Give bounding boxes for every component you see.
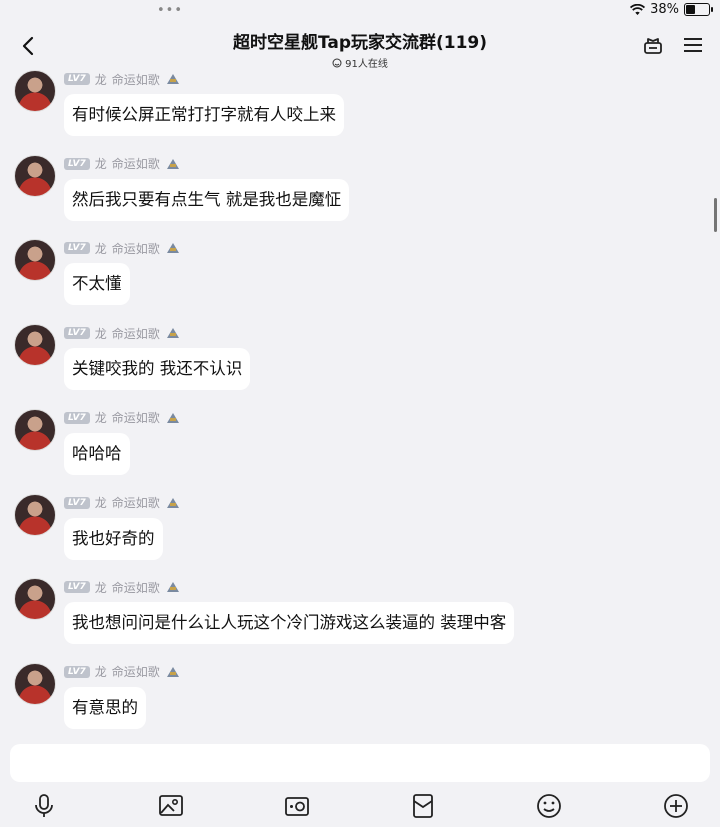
sender-name[interactable]: 命运如歌 <box>112 663 160 680</box>
message-input[interactable] <box>10 744 710 782</box>
chat-header: 超时空星舰Tap玩家交流群(119) 91人在线 <box>0 22 720 70</box>
message-bubble[interactable]: 有意思的 <box>64 686 146 729</box>
sender-name[interactable]: 命运如歌 <box>112 494 160 511</box>
avatar[interactable] <box>14 154 56 197</box>
medal-icon <box>166 582 179 593</box>
message-bubble[interactable]: 我也好奇的 <box>64 517 163 560</box>
input-toolbar <box>0 790 720 824</box>
avatar[interactable] <box>14 70 56 112</box>
avatar[interactable] <box>14 324 56 367</box>
sender-role: 龙 <box>94 496 107 510</box>
message-bubble[interactable]: 关键咬我的 我还不认识 <box>64 348 251 391</box>
multitask-dots[interactable]: ••• <box>157 3 183 18</box>
sender-meta: LV7 龙 命运如歌 <box>64 70 181 88</box>
sender-role: 龙 <box>94 72 107 87</box>
battery-percent: 38% <box>650 2 679 17</box>
medal-icon <box>166 158 179 169</box>
wifi-icon <box>630 3 646 15</box>
sender-meta: LV7 龙 命运如歌 <box>64 494 181 512</box>
sender-meta: LV7 龙 命运如歌 <box>64 155 181 173</box>
sender-name[interactable]: 命运如歌 <box>112 409 160 426</box>
online-icon <box>332 58 342 67</box>
message-bubble[interactable]: 我也想问问是什么让人玩这个冷门游戏这么装逼的 装理中客 <box>64 602 515 645</box>
level-badge: LV7 <box>64 327 90 340</box>
avatar[interactable] <box>14 239 56 282</box>
message-bubble[interactable]: 哈哈哈 <box>64 432 130 475</box>
message-bubble[interactable]: 不太懂 <box>64 263 130 306</box>
sender-meta: LV7 龙 命运如歌 <box>64 409 181 427</box>
medal-icon <box>166 497 179 508</box>
sender-meta: LV7 龙 命运如歌 <box>64 239 181 257</box>
medal-icon <box>166 243 179 254</box>
menu-icon[interactable] <box>682 34 704 56</box>
level-badge: LV7 <box>64 73 90 85</box>
message-bubble[interactable]: 然后我只要有点生气 就是我也是魔怔 <box>64 178 350 221</box>
level-badge: LV7 <box>64 411 90 424</box>
input-area <box>0 736 720 827</box>
avatar[interactable] <box>14 408 56 451</box>
sender-role: 龙 <box>94 157 107 172</box>
sender-name[interactable]: 命运如歌 <box>112 240 160 257</box>
battery-icon <box>684 3 713 16</box>
level-badge: LV7 <box>64 581 90 594</box>
group-gift-icon[interactable] <box>642 34 664 56</box>
message-list[interactable]: LV7 龙 命运如歌 有时候公屏正常打打字就有人咬上来 LV7 龙 命运如歌 然… <box>0 70 720 736</box>
sender-meta: LV7 龙 命运如歌 <box>64 578 181 596</box>
sender-role: 龙 <box>94 326 107 341</box>
sender-role: 龙 <box>94 241 107 256</box>
plus-icon[interactable] <box>662 792 690 820</box>
avatar[interactable] <box>14 493 56 536</box>
page-title[interactable]: 超时空星舰Tap玩家交流群(119) <box>0 28 720 53</box>
level-badge: LV7 <box>64 665 90 678</box>
medal-icon <box>166 666 179 677</box>
medal-icon <box>166 74 179 84</box>
sender-name[interactable]: 命运如歌 <box>112 325 160 342</box>
sender-role: 龙 <box>94 665 107 680</box>
level-badge: LV7 <box>64 157 90 170</box>
avatar[interactable] <box>14 662 56 705</box>
emoji-icon[interactable] <box>535 792 563 820</box>
message-bubble[interactable]: 有时候公屏正常打打字就有人咬上来 <box>64 94 344 136</box>
image-icon[interactable] <box>157 792 185 820</box>
scrollbar[interactable] <box>714 198 717 232</box>
red-packet-icon[interactable] <box>409 792 437 820</box>
level-badge: LV7 <box>64 496 90 509</box>
camera-icon[interactable] <box>283 792 311 820</box>
chat-screen: ••• 38% 超时空星舰Tap玩家交流群(119) 91人在线 LV7 龙 命… <box>0 0 720 827</box>
voice-icon[interactable] <box>30 792 58 820</box>
sender-role: 龙 <box>94 411 107 426</box>
sender-meta: LV7 龙 命运如歌 <box>64 663 181 681</box>
sender-name[interactable]: 命运如歌 <box>112 155 160 172</box>
medal-icon <box>166 328 179 339</box>
sender-role: 龙 <box>94 580 107 595</box>
avatar[interactable] <box>14 578 56 621</box>
sender-name[interactable]: 命运如歌 <box>112 71 160 88</box>
sender-meta: LV7 龙 命运如歌 <box>64 324 181 342</box>
level-badge: LV7 <box>64 242 90 255</box>
online-count: 91人在线 <box>345 59 388 70</box>
medal-icon <box>166 412 179 423</box>
sender-name[interactable]: 命运如歌 <box>112 579 160 596</box>
status-bar: ••• 38% <box>0 0 720 22</box>
